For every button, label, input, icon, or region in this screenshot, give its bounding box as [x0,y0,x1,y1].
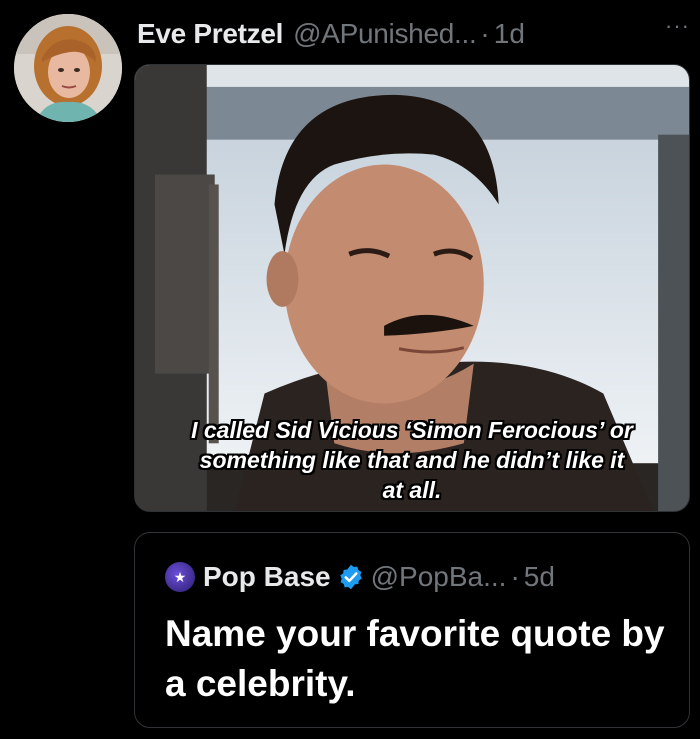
quoted-author-avatar[interactable]: ★ [165,562,195,592]
quoted-tweet-timestamp[interactable]: 5d [524,561,555,593]
author-name[interactable]: Eve Pretzel [137,16,283,52]
quoted-header-separator: · [510,561,520,592]
quoted-tweet-text: Name your favorite quote by a celebrity. [165,613,665,704]
more-dots-icon[interactable]: ··· [665,15,690,37]
avatar-image [14,14,122,122]
author-handle[interactable]: @APunished... [293,16,477,52]
header-separator: · [480,18,490,49]
caption-line-1: I called Sid Vicious ‘Simon Ferocious’ o… [191,417,633,443]
tweet-header: Eve Pretzel @APunished... · 1d [137,14,690,54]
quoted-author-name[interactable]: Pop Base [203,561,331,593]
caption-line-2: something like that and he didn’t like i… [199,447,625,473]
caption-line-3: at all. [382,477,442,503]
tweet-media[interactable]: I called Sid Vicious ‘Simon Ferocious’ o… [134,64,690,512]
verified-badge-icon [339,564,362,590]
quoted-tweet[interactable]: ★ Pop Base @PopBa... · 5d Name your favo… [134,532,690,728]
author-avatar[interactable] [14,14,122,122]
quoted-tweet-header: ★ Pop Base @PopBa... · 5d [165,559,679,595]
media-caption: I called Sid Vicious ‘Simon Ferocious’ o… [135,415,689,505]
tweet-timestamp[interactable]: 1d [494,16,525,52]
quoted-author-handle[interactable]: @PopBa... [371,561,507,593]
tweet: Eve Pretzel @APunished... · 1d ··· I cal… [0,0,700,739]
